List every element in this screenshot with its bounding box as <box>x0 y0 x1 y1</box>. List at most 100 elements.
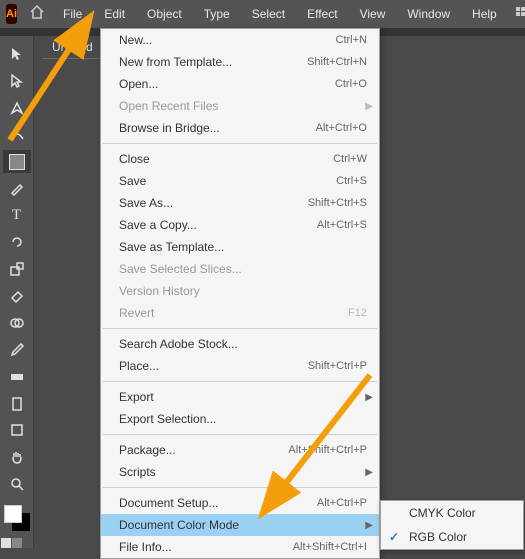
menu-item-shortcut: Ctrl+N <box>336 34 367 46</box>
document-color-mode-submenu: CMYK Color ✓ RGB Color <box>380 500 524 550</box>
submenu-arrow-icon: ▶ <box>365 467 373 478</box>
submenu-item-label: CMYK Color <box>409 506 476 520</box>
color-mode-cmyk-color[interactable]: CMYK Color <box>381 501 523 525</box>
menu-item-label: Close <box>119 152 333 166</box>
menu-item-shortcut: Alt+Ctrl+P <box>317 497 367 509</box>
menu-help[interactable]: Help <box>462 3 507 25</box>
menu-effect[interactable]: Effect <box>297 3 347 25</box>
menu-file[interactable]: File <box>53 3 92 25</box>
menu-item-save-as[interactable]: Save As...Shift+Ctrl+S <box>101 192 379 214</box>
menu-separator <box>103 381 377 382</box>
menu-item-shortcut: Shift+Ctrl+P <box>308 360 367 372</box>
curvature-tool[interactable] <box>3 123 31 147</box>
menu-edit[interactable]: Edit <box>94 3 135 25</box>
menu-item-label: Export Selection... <box>119 412 367 426</box>
menu-item-shortcut: F12 <box>348 307 367 319</box>
home-icon[interactable] <box>23 4 51 25</box>
symbol-sprayer-tool[interactable] <box>3 392 31 416</box>
menu-object[interactable]: Object <box>137 3 192 25</box>
menu-item-label: Save Selected Slices... <box>119 262 367 276</box>
menu-item-label: New from Template... <box>119 55 307 69</box>
menu-item-label: Save as Template... <box>119 240 367 254</box>
menu-item-label: New... <box>119 33 336 47</box>
eyedropper-tool[interactable] <box>3 338 31 362</box>
app-logo: Ai <box>6 4 17 24</box>
color-mode-rgb-color[interactable]: ✓ RGB Color <box>381 525 523 549</box>
menu-item-label: Package... <box>119 443 288 457</box>
menu-item-shortcut: Shift+Ctrl+S <box>308 197 367 209</box>
tools-panel: T <box>0 36 34 548</box>
menu-item-save-a-copy[interactable]: Save a Copy...Alt+Ctrl+S <box>101 214 379 236</box>
menu-item-label: Document Setup... <box>119 496 317 510</box>
menu-item-shortcut: Ctrl+S <box>336 175 367 187</box>
menu-view[interactable]: View <box>350 3 396 25</box>
menu-item-label: Save a Copy... <box>119 218 317 232</box>
draw-mode-icons[interactable] <box>1 538 33 548</box>
menu-item-label: Open Recent Files <box>119 99 367 113</box>
menu-item-document-setup[interactable]: Document Setup...Alt+Ctrl+P <box>101 492 379 514</box>
submenu-arrow-icon: ▶ <box>365 520 373 531</box>
rectangle-tool[interactable] <box>3 150 31 174</box>
selection-tool[interactable] <box>3 42 31 66</box>
menu-item-open[interactable]: Open...Ctrl+O <box>101 73 379 95</box>
menu-item-file-info[interactable]: File Info...Alt+Shift+Ctrl+I <box>101 536 379 558</box>
menu-item-label: Revert <box>119 306 348 320</box>
zoom-tool[interactable] <box>3 472 31 496</box>
menu-type[interactable]: Type <box>194 3 240 25</box>
fill-swatch[interactable] <box>4 505 22 523</box>
menu-item-label: Document Color Mode <box>119 518 367 532</box>
menu-item-label: Save As... <box>119 196 308 210</box>
direct-selection-tool[interactable] <box>3 69 31 93</box>
menu-item-new-from-template[interactable]: New from Template...Shift+Ctrl+N <box>101 51 379 73</box>
menu-item-label: Search Adobe Stock... <box>119 337 367 351</box>
menu-item-label: Scripts <box>119 465 367 479</box>
shape-builder-tool[interactable] <box>3 311 31 335</box>
type-tool[interactable]: T <box>3 203 31 227</box>
menu-item-label: File Info... <box>119 540 293 554</box>
menu-item-scripts[interactable]: Scripts▶ <box>101 461 379 483</box>
eraser-tool[interactable] <box>3 284 31 308</box>
rotate-tool[interactable] <box>3 230 31 254</box>
menu-item-browse-in-bridge[interactable]: Browse in Bridge...Alt+Ctrl+O <box>101 117 379 139</box>
menu-item-save[interactable]: SaveCtrl+S <box>101 170 379 192</box>
menu-item-shortcut: Ctrl+O <box>335 78 367 90</box>
menu-item-package[interactable]: Package...Alt+Shift+Ctrl+P <box>101 439 379 461</box>
paintbrush-tool[interactable] <box>3 176 31 200</box>
menu-item-place[interactable]: Place...Shift+Ctrl+P <box>101 355 379 377</box>
pen-tool[interactable] <box>3 96 31 120</box>
menu-item-version-history: Version History <box>101 280 379 302</box>
menu-item-label: Export <box>119 390 367 404</box>
document-tab[interactable]: Untitled <box>42 36 103 59</box>
menu-item-export[interactable]: Export▶ <box>101 386 379 408</box>
menu-item-document-color-mode[interactable]: Document Color Mode▶ <box>101 514 379 536</box>
menu-item-open-recent-files: Open Recent Files▶ <box>101 95 379 117</box>
menu-item-close[interactable]: CloseCtrl+W <box>101 148 379 170</box>
scale-tool[interactable] <box>3 257 31 281</box>
file-menu-dropdown: New...Ctrl+NNew from Template...Shift+Ct… <box>100 28 380 559</box>
menu-item-revert: RevertF12 <box>101 302 379 324</box>
menu-separator <box>103 487 377 488</box>
menu-item-save-selected-slices: Save Selected Slices... <box>101 258 379 280</box>
menu-item-save-as-template[interactable]: Save as Template... <box>101 236 379 258</box>
submenu-item-label: RGB Color <box>409 530 467 544</box>
menu-item-new[interactable]: New...Ctrl+N <box>101 29 379 51</box>
menu-item-export-selection[interactable]: Export Selection... <box>101 408 379 430</box>
fill-stroke-swatch[interactable] <box>4 505 30 531</box>
menu-item-search-adobe-stock[interactable]: Search Adobe Stock... <box>101 333 379 355</box>
menu-item-shortcut: Alt+Shift+Ctrl+I <box>293 541 367 553</box>
check-icon: ✓ <box>389 530 399 544</box>
menu-item-label: Place... <box>119 359 308 373</box>
menu-item-shortcut: Shift+Ctrl+N <box>307 56 367 68</box>
menu-window[interactable]: Window <box>397 3 460 25</box>
menu-item-label: Browse in Bridge... <box>119 121 316 135</box>
menu-item-shortcut: Alt+Ctrl+S <box>317 219 367 231</box>
gradient-tool[interactable] <box>3 365 31 389</box>
menu-item-label: Version History <box>119 284 367 298</box>
artboard-tool[interactable] <box>3 418 31 442</box>
menu-separator <box>103 328 377 329</box>
hand-tool[interactable] <box>3 445 31 469</box>
menu-item-label: Open... <box>119 77 335 91</box>
menu-select[interactable]: Select <box>242 3 295 25</box>
workspace-switcher-icon[interactable] <box>509 6 525 23</box>
menu-item-shortcut: Alt+Ctrl+O <box>316 122 367 134</box>
